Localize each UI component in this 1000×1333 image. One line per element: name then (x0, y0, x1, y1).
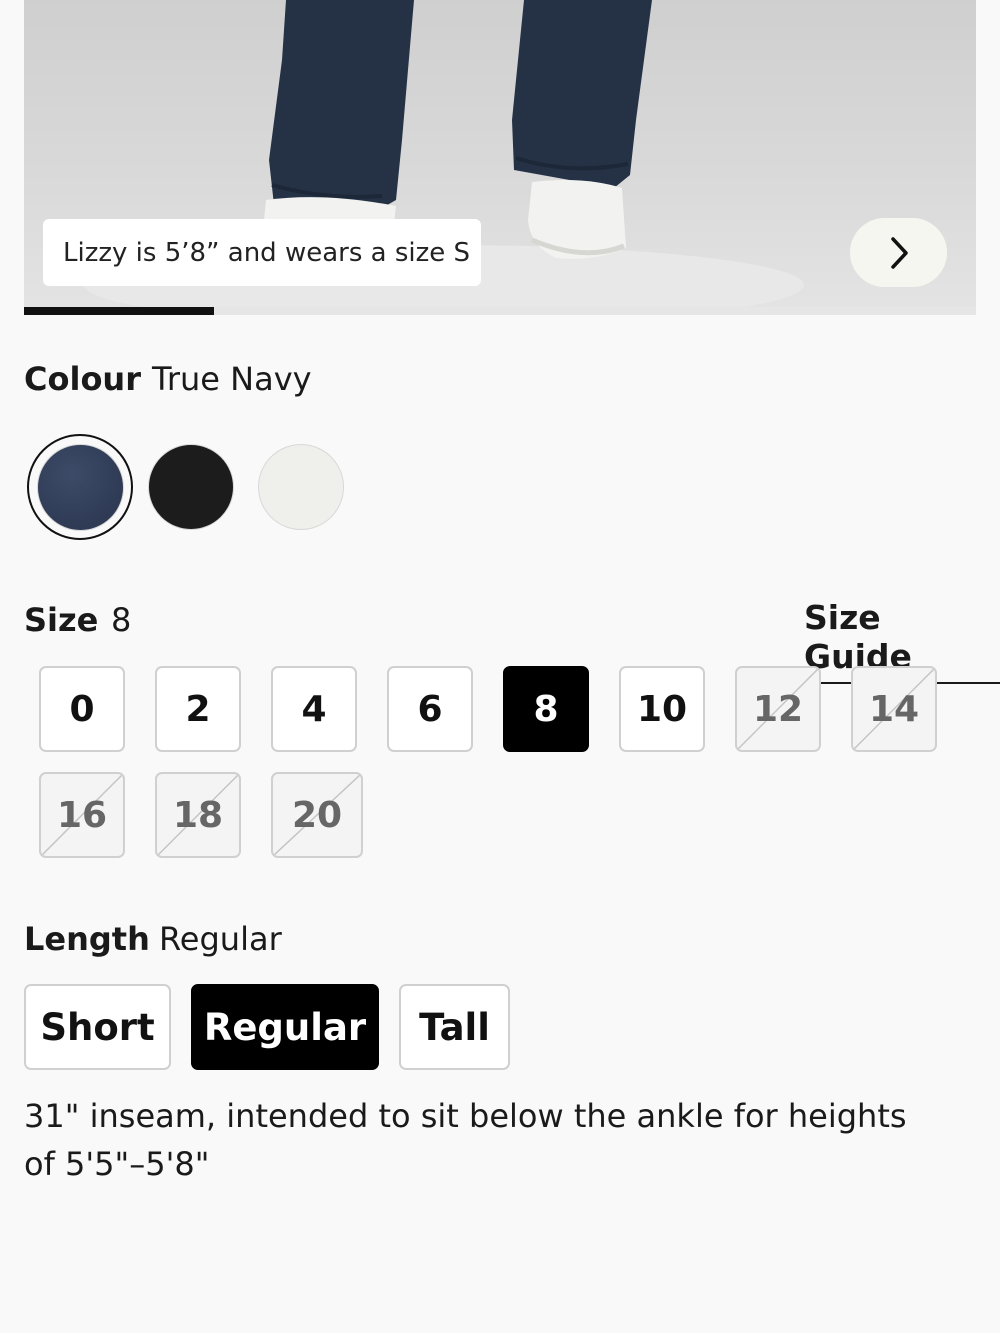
size-option-label: 6 (417, 688, 443, 730)
model-info-text: Lizzy is 5’8” and wears a size S (63, 237, 471, 268)
length-description: 31" inseam, intended to sit below the an… (24, 1097, 907, 1183)
length-option-tall[interactable]: Tall (399, 984, 510, 1070)
next-image-button[interactable] (850, 218, 947, 287)
model-info-caption: Lizzy is 5’8” and wears a size S (43, 219, 481, 286)
size-option-label: 0 (69, 688, 95, 730)
size-option-12[interactable]: 12 (735, 666, 821, 752)
length-selected-value: Regular (159, 920, 282, 958)
length-label: Length (24, 920, 150, 958)
size-option-label: 16 (56, 794, 108, 836)
size-option-label: 4 (301, 688, 327, 730)
size-option-label: 12 (752, 688, 804, 730)
size-option-label: 18 (172, 794, 224, 836)
colour-label: Colour (24, 360, 141, 398)
length-option-short[interactable]: Short (24, 984, 171, 1070)
size-option-label: 8 (533, 688, 559, 730)
colour-selected-value: True Navy (152, 360, 312, 398)
size-option-6[interactable]: 6 (387, 666, 473, 752)
length-option-label: Short (40, 1005, 155, 1049)
size-option-4[interactable]: 4 (271, 666, 357, 752)
product-image-carousel[interactable]: Lizzy is 5’8” and wears a size S (24, 0, 976, 315)
size-option-label: 14 (868, 688, 920, 730)
swatch-black[interactable] (148, 444, 234, 530)
size-option-18[interactable]: 18 (155, 772, 241, 858)
size-option-label: 20 (291, 794, 343, 836)
length-option-label: Tall (419, 1005, 490, 1049)
size-option-20[interactable]: 20 (271, 772, 363, 858)
size-option-10[interactable]: 10 (619, 666, 705, 752)
size-option-2[interactable]: 2 (155, 666, 241, 752)
carousel-progress-bar (24, 307, 215, 315)
size-option-8[interactable]: 8 (503, 666, 589, 752)
size-option-16[interactable]: 16 (39, 772, 125, 858)
size-option-14[interactable]: 14 (851, 666, 937, 752)
size-selected-value: 8 (111, 601, 132, 639)
chevron-right-icon (890, 236, 908, 269)
length-option-regular[interactable]: Regular (191, 984, 379, 1070)
size-label: Size (24, 601, 99, 639)
size-option-0[interactable]: 0 (39, 666, 125, 752)
size-option-label: 10 (636, 688, 688, 730)
length-option-label: Regular (203, 1005, 367, 1049)
swatch-white[interactable] (258, 444, 344, 530)
swatch-true-navy[interactable] (27, 434, 133, 540)
size-option-label: 2 (185, 688, 211, 730)
